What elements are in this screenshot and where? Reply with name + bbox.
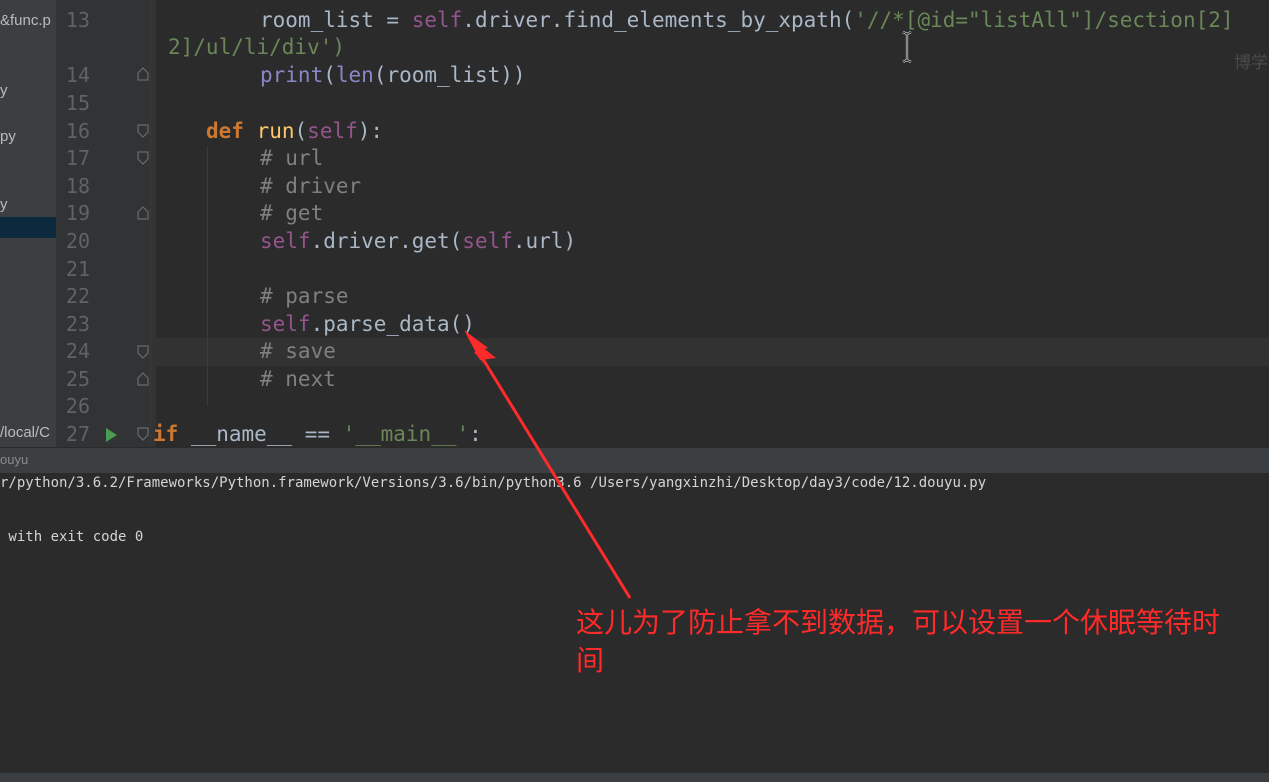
annotation-note: 这儿为了防止拿不到数据，可以设置一个休眠等待时间	[576, 606, 1221, 677]
